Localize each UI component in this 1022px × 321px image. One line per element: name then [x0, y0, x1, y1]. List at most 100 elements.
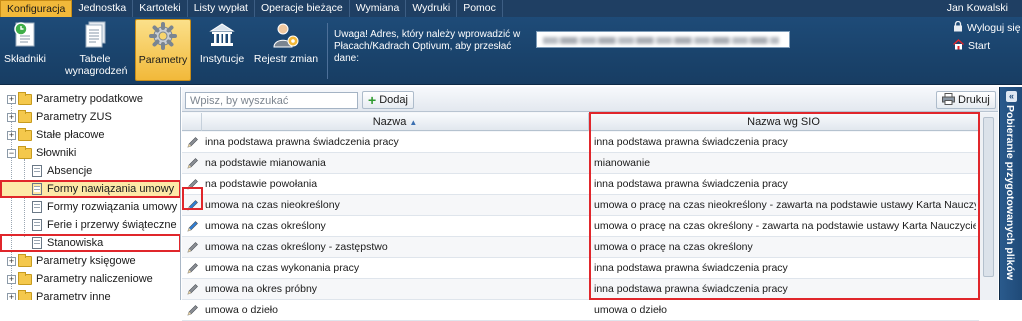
tree-item-ferie[interactable]: Ferie i przerwy świąteczne [0, 216, 180, 234]
edit-pencil-icon[interactable] [186, 220, 199, 233]
tree-item-parametry-ksiegowe[interactable]: + Parametry księgowe [0, 252, 180, 270]
cell-nazwa: umowa o dzieło [205, 304, 278, 316]
menu-tab-konfiguracja[interactable]: Konfiguracja [0, 0, 73, 17]
document-stack-icon [78, 19, 112, 51]
table-row[interactable]: na podstawie mianowania mianowanie [182, 153, 979, 174]
expand-icon[interactable]: + [7, 274, 16, 284]
tree-item-label: Słowniki [36, 147, 77, 159]
expand-icon[interactable]: + [7, 94, 16, 104]
edit-pencil-icon[interactable] [186, 178, 199, 191]
cell-nazwa-sio: umowa o pracę na czas nieokreślony - zaw… [594, 199, 976, 211]
edit-pencil-icon[interactable] [186, 157, 199, 170]
column-header-nazwa[interactable]: Nazwa ▲ [202, 113, 589, 131]
print-label: Drukuj [958, 94, 990, 106]
menu-tab-wymiana[interactable]: Wymiana [350, 0, 407, 17]
table-row[interactable]: umowa o dzieło umowa o dzieło [182, 300, 979, 321]
cell-nazwa-sio: inna podstawa prawna świadczenia pracy [594, 178, 788, 190]
grid-scrollbar[interactable] [979, 113, 998, 300]
menu-tab-jednostka[interactable]: Jednostka [72, 0, 134, 17]
ribbon-separator [327, 23, 328, 79]
menu-tab-listy-wyplat[interactable]: Listy wypłat [188, 0, 255, 17]
grid-body: inna podstawa prawna świadczenia pracy in… [182, 132, 979, 321]
menu-tab-kartoteki[interactable]: Kartoteki [133, 0, 188, 17]
cell-nazwa: umowa na czas określony - zastępstwo [205, 241, 388, 253]
cell-nazwa: na podstawie powołania [205, 178, 318, 190]
expand-icon[interactable]: + [7, 112, 16, 122]
logout-link[interactable]: Wyloguj się [953, 20, 1021, 35]
tree-item-stanowiska[interactable]: Stanowiska [0, 234, 180, 252]
main-panel: + Dodaj Drukuj Nazwa▲ Nazwa wg SIO inna … [182, 87, 998, 321]
cell-nazwa-sio: inna podstawa prawna świadczenia pracy [594, 136, 788, 148]
cell-nazwa-sio: mianowanie [594, 157, 651, 169]
gear-icon [146, 20, 180, 52]
add-label: Dodaj [379, 94, 408, 106]
tabele-wynagrodzen-label: Tabele wynagrodzeń [65, 53, 128, 77]
tree-item-formy-nawiazania-umowy[interactable]: Formy nawiązania umowy [0, 180, 180, 198]
add-button[interactable]: + Dodaj [362, 91, 414, 109]
skladniki-button[interactable]: Składniki [2, 19, 48, 81]
tree-item-label: Parametry ZUS [36, 111, 112, 123]
downloads-side-panel[interactable]: « Pobieranie przygotowanych plików [999, 87, 1022, 300]
column-label: Nazwa [372, 116, 407, 128]
lock-icon [953, 20, 963, 35]
tree-item-parametry-zus[interactable]: + Parametry ZUS [0, 108, 180, 126]
column-header-nazwa-sio[interactable]: Nazwa wg SIO [589, 113, 979, 131]
table-row[interactable]: umowa na czas nieokreślony umowa o pracę … [182, 195, 979, 216]
edit-pencil-icon[interactable] [186, 283, 199, 296]
cell-nazwa-sio: inna podstawa prawna świadczenia pracy [594, 283, 788, 295]
edit-pencil-icon[interactable] [186, 241, 199, 254]
folder-icon [18, 271, 32, 285]
expand-icon[interactable]: + [7, 292, 16, 300]
start-link[interactable]: Start [953, 39, 990, 53]
tree-item-label: Parametry inne [36, 291, 111, 300]
grid-header: Nazwa ▲ Nazwa wg SIO [182, 113, 998, 131]
table-row[interactable]: inna podstawa prawna świadczenia pracy in… [182, 132, 979, 153]
header-edit-column [182, 113, 202, 131]
home-icon [953, 39, 964, 53]
edit-pencil-icon[interactable] [186, 136, 199, 149]
table-row[interactable]: na podstawie powołania inna podstawa praw… [182, 174, 979, 195]
print-button[interactable]: Drukuj [936, 91, 996, 109]
rejestr-zmian-label: Rejestr zmian [253, 53, 319, 65]
table-row[interactable]: umowa na czas określony - zastępstwo umow… [182, 237, 979, 258]
parametry-button[interactable]: Parametry [135, 19, 191, 81]
tree-item-parametry-naliczeniowe[interactable]: + Parametry naliczeniowe [0, 270, 180, 288]
tree-item-parametry-podatkowe[interactable]: + Parametry podatkowe [0, 90, 180, 108]
expand-icon[interactable]: + [7, 256, 16, 266]
table-row[interactable]: umowa na czas wykonania pracy inna podsta… [182, 258, 979, 279]
rejestr-zmian-button[interactable]: Rejestr zmian [252, 19, 320, 81]
tree-item-formy-rozwiazania-umowy[interactable]: Formy rozwiązania umowy [0, 198, 180, 216]
tree-item-label: Ferie i przerwy świąteczne [47, 219, 177, 231]
menu-tab-wydruki[interactable]: Wydruki [406, 0, 458, 17]
edit-pencil-icon[interactable] [186, 262, 199, 275]
collapse-icon[interactable]: − [7, 148, 16, 158]
tabele-wynagrodzen-button[interactable]: Tabele wynagrodzeń [62, 19, 128, 81]
folder-icon [18, 91, 32, 105]
cell-nazwa: umowa na okres próbny [205, 283, 318, 295]
menu-tab-pomoc[interactable]: Pomoc [457, 0, 503, 17]
table-row[interactable]: umowa na okres próbny inna podstawa prawn… [182, 279, 979, 300]
search-input[interactable] [185, 92, 358, 109]
folder-icon [18, 289, 32, 300]
address-field[interactable] [536, 31, 790, 48]
scrollbar-thumb[interactable] [983, 117, 994, 277]
chevron-left-icon[interactable]: « [1006, 91, 1017, 102]
cell-nazwa-sio: umowa o pracę na czas określony - zawart… [594, 220, 976, 232]
parametry-label: Parametry [138, 54, 188, 66]
side-panel-label: Pobieranie przygotowanych plików [1004, 105, 1016, 281]
instytucje-button[interactable]: Instytucje [196, 19, 248, 81]
clock-document-icon [8, 19, 42, 51]
edit-pencil-icon[interactable] [186, 199, 199, 212]
table-row[interactable]: umowa na czas określony umowa o pracę na … [182, 216, 979, 237]
folder-icon [18, 109, 32, 123]
menu-tab-operacje-biezace[interactable]: Operacje bieżące [255, 0, 350, 17]
printer-icon [942, 92, 955, 108]
tree-item-parametry-inne[interactable]: + Parametry inne [0, 288, 180, 300]
tree-item-slowniki[interactable]: − Słowniki [0, 144, 180, 162]
tree-item-absencje[interactable]: Absencje [0, 162, 180, 180]
expand-icon[interactable]: + [7, 130, 16, 140]
edit-pencil-icon[interactable] [186, 304, 199, 317]
document-icon [32, 219, 42, 231]
tree-item-stale-placowe[interactable]: + Stałe płacowe [0, 126, 180, 144]
cell-nazwa: inna podstawa prawna świadczenia pracy [205, 136, 399, 148]
